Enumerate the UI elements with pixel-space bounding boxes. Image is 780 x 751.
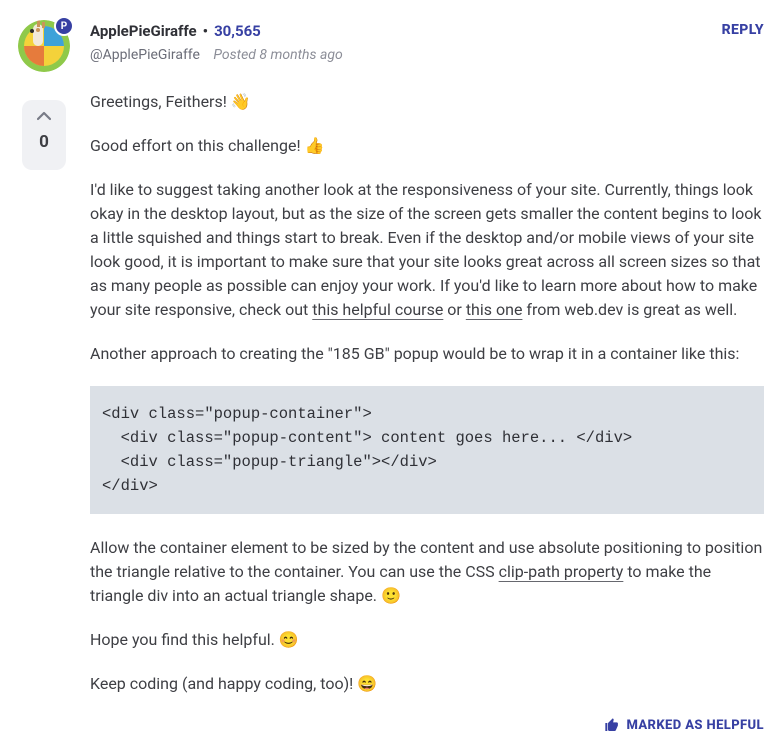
marked-helpful-label: MARKED AS HELPFUL <box>626 716 764 736</box>
comment-header: ApplePieGiraffe • 30,565 @ApplePieGiraff… <box>90 20 764 66</box>
suggestion-post: from web.dev is great as well. <box>522 300 737 319</box>
comment-footer: MARKED AS HELPFUL <box>90 716 764 736</box>
upvote-button[interactable] <box>37 110 51 124</box>
effort-text: Good effort on this challenge! 👍 <box>90 134 764 158</box>
thumbs-up-icon <box>604 717 620 733</box>
marked-helpful-badge[interactable]: MARKED AS HELPFUL <box>604 716 764 736</box>
vote-box: 0 <box>22 100 66 170</box>
chevron-up-icon <box>37 111 51 121</box>
avatar-wrap[interactable]: P <box>18 20 70 72</box>
approach-intro: Another approach to creating the "185 GB… <box>90 342 764 366</box>
user-meta: ApplePieGiraffe • 30,565 @ApplePieGiraff… <box>90 20 343 66</box>
user-handle[interactable]: @ApplePieGiraffe <box>90 47 200 63</box>
comment-body: Greetings, Feithers! 👋 Good effort on th… <box>90 90 764 696</box>
reply-button[interactable]: REPLY <box>722 20 764 41</box>
suggestion-pre: I'd like to suggest taking another look … <box>90 180 762 319</box>
course-link-2[interactable]: this one <box>466 300 523 319</box>
pro-badge-letter: P <box>61 19 67 34</box>
handle-row: @ApplePieGiraffe Posted 8 months ago <box>90 45 343 66</box>
pro-badge: P <box>54 16 74 36</box>
name-separator: • <box>197 20 214 43</box>
code-block: <div class="popup-container"> <div class… <box>90 386 764 514</box>
vote-count: 0 <box>39 130 49 156</box>
greeting-text: Greetings, Feithers! 👋 <box>90 90 764 114</box>
closing-text: Keep coding (and happy coding, too)! 😄 <box>90 672 764 696</box>
user-name[interactable]: ApplePieGiraffe <box>90 20 197 43</box>
comment-block: P 0 ApplePieGiraffe • 30,565 @ApplePieGi… <box>0 0 780 751</box>
course-link-1[interactable]: this helpful course <box>312 300 443 319</box>
suggestion-mid: or <box>443 300 465 319</box>
right-column: ApplePieGiraffe • 30,565 @ApplePieGiraff… <box>72 20 764 735</box>
triangle-paragraph: Allow the container element to be sized … <box>90 536 764 608</box>
left-column: P 0 <box>16 20 72 170</box>
posted-time: Posted 8 months ago <box>213 47 342 63</box>
hope-helpful-text: Hope you find this helpful. 😊 <box>90 628 764 652</box>
suggestion-paragraph: I'd like to suggest taking another look … <box>90 178 764 322</box>
clip-path-link[interactable]: clip-path property <box>499 562 624 581</box>
user-points: 30,565 <box>214 20 261 43</box>
name-row: ApplePieGiraffe • 30,565 <box>90 20 343 43</box>
